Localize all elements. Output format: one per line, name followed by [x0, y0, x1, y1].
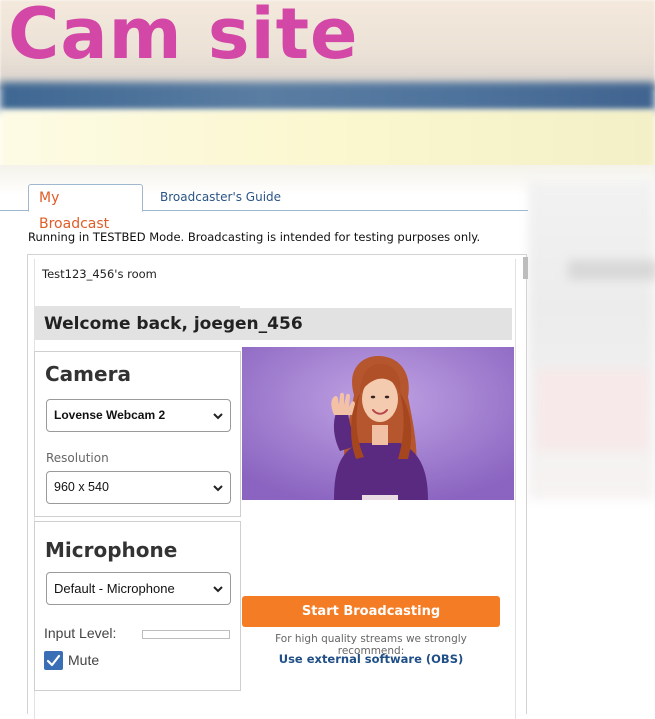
mute-label[interactable]: Mute — [68, 652, 99, 668]
preview-person-image — [242, 347, 514, 500]
camera-panel: Camera Lovense Webcam 2 Resolution 960 x… — [34, 351, 241, 517]
mute-checkbox[interactable] — [44, 651, 63, 670]
site-logo[interactable]: Cam site — [8, 0, 359, 74]
microphone-device-value: Default - Microphone — [54, 581, 175, 596]
camera-preview — [242, 347, 514, 500]
chevron-down-icon — [213, 413, 223, 420]
microphone-panel: Microphone Default - Microphone Input Le… — [34, 521, 241, 691]
welcome-heading: Welcome back, joegen_456 — [34, 308, 512, 340]
chevron-down-icon — [213, 586, 223, 593]
room-title: Test123_456's room — [42, 267, 157, 281]
camera-title: Camera — [45, 362, 131, 386]
broadcast-tabs: My Broadcast Broadcaster's Guide — [0, 184, 528, 232]
microphone-device-select[interactable]: Default - Microphone — [46, 572, 231, 605]
chevron-down-icon — [213, 485, 223, 492]
side-column-block — [538, 370, 648, 450]
side-column-backdrop — [528, 180, 655, 500]
resolution-value: 960 x 540 — [54, 480, 109, 494]
tab-broadcasters-guide[interactable]: Broadcaster's Guide — [150, 184, 291, 212]
camera-device-select[interactable]: Lovense Webcam 2 — [46, 399, 231, 432]
start-broadcasting-button[interactable]: Start Broadcasting — [242, 596, 500, 627]
input-level-label: Input Level: — [44, 625, 117, 641]
checkmark-icon — [46, 654, 61, 667]
side-column-block — [568, 260, 655, 280]
nav-bar-backdrop — [0, 82, 655, 112]
obs-link[interactable]: Use external software (OBS) — [242, 652, 500, 666]
testbed-notice: Running in TESTBED Mode. Broadcasting is… — [28, 230, 481, 244]
tab-my-broadcast[interactable]: My Broadcast — [28, 184, 143, 232]
banner-backdrop — [0, 110, 655, 170]
resolution-select[interactable]: 960 x 540 — [46, 471, 231, 504]
input-level-meter — [142, 630, 230, 639]
scrollbar-thumb[interactable] — [523, 257, 528, 279]
camera-device-value: Lovense Webcam 2 — [54, 408, 166, 422]
resolution-label: Resolution — [46, 451, 109, 465]
microphone-title: Microphone — [45, 538, 178, 562]
